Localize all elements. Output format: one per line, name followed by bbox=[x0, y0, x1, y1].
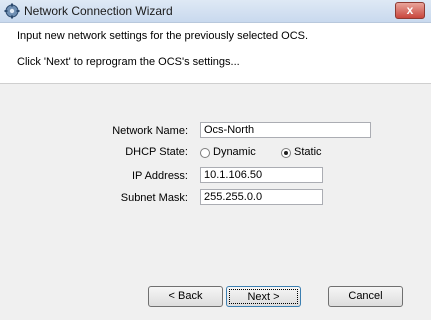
cancel-button[interactable]: Cancel bbox=[328, 286, 403, 307]
header-panel: Input new network settings for the previ… bbox=[0, 23, 431, 84]
dhcp-static-label[interactable]: Static bbox=[294, 146, 322, 158]
next-button-label: Next > bbox=[229, 289, 298, 304]
dhcp-state-label: DHCP State: bbox=[125, 146, 188, 158]
dhcp-dynamic-radio[interactable] bbox=[200, 148, 210, 158]
ip-address-field[interactable]: 10.1.106.50 bbox=[200, 167, 323, 183]
instruction-text: Input new network settings for the previ… bbox=[17, 30, 309, 42]
wizard-window: Network Connection Wizard x Input new ne… bbox=[0, 0, 431, 320]
ip-address-label: IP Address: bbox=[131, 170, 188, 182]
back-button[interactable]: < Back bbox=[148, 286, 223, 307]
subnet-mask-field[interactable]: 255.255.0.0 bbox=[200, 189, 323, 205]
network-name-label: Network Name: bbox=[112, 125, 188, 137]
network-wizard-icon bbox=[4, 3, 20, 19]
radio-selected-dot bbox=[284, 151, 288, 155]
subnet-mask-label: Subnet Mask: bbox=[120, 192, 188, 204]
network-name-field[interactable]: Ocs-North bbox=[200, 122, 371, 138]
window-title: Network Connection Wizard bbox=[24, 4, 173, 18]
close-button[interactable]: x bbox=[395, 2, 425, 19]
close-icon: x bbox=[406, 3, 414, 17]
next-button[interactable]: Next > bbox=[226, 286, 301, 307]
title-bar[interactable]: Network Connection Wizard x bbox=[0, 0, 431, 23]
dhcp-dynamic-label[interactable]: Dynamic bbox=[213, 146, 256, 158]
hint-text: Click 'Next' to reprogram the OCS's sett… bbox=[17, 56, 240, 68]
dhcp-static-radio[interactable] bbox=[281, 148, 291, 158]
